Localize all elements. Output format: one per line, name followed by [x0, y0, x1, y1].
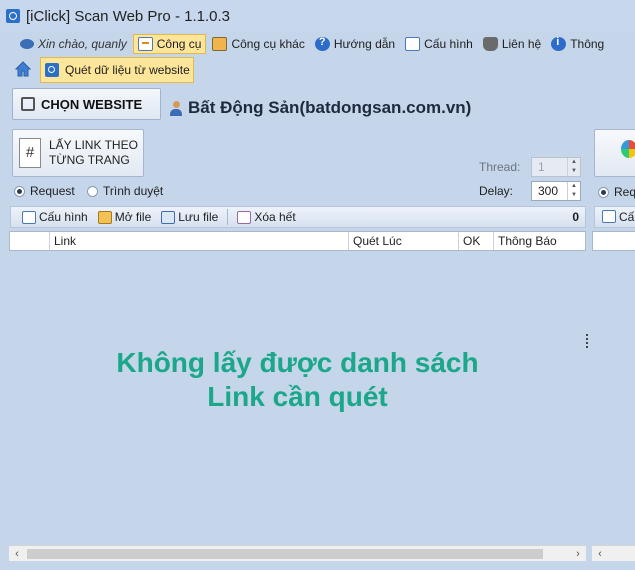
right-radio-label: Requ — [614, 185, 635, 199]
other-tools-icon — [212, 37, 228, 51]
delay-value: 300 — [538, 184, 559, 198]
scan-website-button[interactable]: Quét dữ liệu từ website — [40, 57, 194, 83]
right-radio-request[interactable]: Requ — [598, 185, 635, 199]
menu-item-label: Công cụ — [156, 37, 202, 51]
save-file-button[interactable]: Lưu file — [158, 208, 221, 226]
save-file-label: Lưu file — [178, 210, 219, 224]
menu-item-other-tools[interactable]: Công cụ khác — [208, 34, 308, 54]
phone-icon — [482, 37, 498, 51]
radio-dot — [87, 185, 98, 197]
column-header-message[interactable]: Thông Báo — [494, 232, 585, 250]
user-icon — [170, 100, 182, 116]
right-toolbar-label: Cấ — [619, 210, 635, 224]
column-header-select[interactable] — [10, 232, 50, 250]
menu-item-label: Công cụ khác — [231, 37, 305, 51]
spinner-arrows-icon[interactable]: ▲ ▼ — [567, 182, 580, 200]
menu-item-label: Cấu hình — [424, 37, 473, 51]
home-icon[interactable] — [14, 60, 32, 78]
thread-spinner: 1 ▲ ▼ — [531, 157, 581, 177]
menu-greeting[interactable]: Xin chào, quanly — [16, 34, 131, 54]
menu-bar: Xin chào, quanly Công cụ Công cụ khác Hư… — [0, 32, 635, 56]
column-header-scanned-at[interactable]: Quét Lúc — [349, 232, 459, 250]
scrollbar-thumb[interactable] — [27, 549, 543, 559]
menu-item-tools[interactable]: Công cụ — [132, 34, 207, 54]
radio-browser[interactable]: Trình duyệt — [87, 184, 163, 198]
config-label: Cấu hình — [39, 210, 88, 224]
toolbar-divider — [227, 209, 229, 225]
choose-website-label: CHỌN WEBSITE — [41, 96, 143, 112]
delay-label: Delay: — [479, 184, 514, 198]
thread-value: 1 — [538, 160, 545, 174]
site-name: Bất Động Sản(batdongsan.com.vn) — [188, 98, 472, 117]
get-link-by-page-button[interactable]: # LẤY LINK THEO TỪNG TRANG — [12, 129, 144, 177]
help-icon — [314, 36, 330, 51]
empty-state-line: Không lấy được danh sách — [116, 347, 479, 378]
clear-icon — [237, 210, 252, 224]
radio-dot-selected — [598, 186, 609, 198]
radio-browser-label: Trình duyệt — [103, 184, 164, 198]
radio-request-label: Request — [30, 184, 75, 198]
menu-item-label: Thông — [570, 37, 605, 51]
target-icon — [21, 97, 35, 111]
right-panel-grid-header — [592, 231, 635, 251]
user-greeting-icon — [20, 39, 34, 49]
open-file-label: Mở file — [114, 210, 152, 224]
folder-open-icon — [97, 210, 112, 224]
chrome-icon — [621, 140, 635, 158]
menu-item-label: Liên hệ — [501, 37, 542, 51]
title-bar: [iClick] Scan Web Pro - 1.1.0.3 — [0, 0, 635, 32]
config-icon — [405, 37, 421, 51]
open-file-button[interactable]: Mở file — [95, 208, 155, 226]
grid-header: Link Quét Lúc OK Thông Báo — [9, 231, 586, 251]
menu-item-config[interactable]: Cấu hình — [401, 34, 477, 54]
save-icon — [161, 210, 176, 224]
clear-all-button[interactable]: Xóa hết — [234, 208, 298, 226]
search-icon — [45, 63, 59, 77]
greeting-label: Xin chào, quanly — [38, 37, 127, 51]
scan-website-label: Quét dữ liệu từ website — [65, 63, 190, 77]
clear-all-label: Xóa hết — [254, 210, 296, 224]
config-button[interactable]: Cấu hình — [19, 208, 91, 226]
scroll-left-icon[interactable]: ‹ — [9, 548, 25, 560]
config-icon[interactable] — [602, 210, 616, 223]
scroll-left-icon[interactable]: ‹ — [592, 548, 608, 560]
choose-website-button[interactable]: CHỌN WEBSITE — [12, 88, 161, 120]
right-panel-toolbar: Cấ — [594, 206, 635, 228]
item-count: 0 — [572, 210, 579, 224]
menu-item-contact[interactable]: Liên hệ — [479, 34, 545, 54]
column-header-ok[interactable]: OK — [459, 232, 494, 250]
get-link-label: LẤY LINK THEO TỪNG TRANG — [49, 138, 138, 167]
hash-document-icon: # — [19, 138, 41, 168]
window-title: [iClick] Scan Web Pro - 1.1.0.3 — [26, 7, 230, 25]
info-icon — [551, 36, 567, 51]
column-header-link[interactable]: Link — [50, 232, 349, 250]
spinner-arrows-icon: ▲ ▼ — [567, 158, 580, 176]
horizontal-scrollbar[interactable]: ‹ › — [9, 545, 586, 561]
config-icon — [22, 210, 36, 224]
menu-item-info[interactable]: Thông — [547, 34, 608, 54]
tools-icon — [137, 37, 153, 51]
app-logo-icon — [6, 9, 20, 23]
splitter-grip-icon — [586, 334, 588, 348]
radio-dot-selected — [14, 185, 25, 197]
radio-request[interactable]: Request — [14, 184, 75, 198]
menu-item-help[interactable]: Hướng dẫn — [311, 34, 399, 54]
delay-spinner[interactable]: 300 ▲ ▼ — [531, 181, 581, 201]
selected-site: Bất Động Sản(batdongsan.com.vn) — [170, 98, 471, 118]
menu-item-label: Hướng dẫn — [333, 37, 396, 51]
empty-state-line: Link cần quét — [207, 381, 388, 412]
grid-toolbar: Cấu hình Mở file Lưu file Xóa hết 0 — [10, 206, 586, 228]
empty-state-message: Không lấy được danh sách Link cần quét — [9, 346, 586, 414]
thread-label: Thread: — [479, 160, 521, 174]
right-panel-scrollbar[interactable]: ‹ — [592, 545, 635, 561]
